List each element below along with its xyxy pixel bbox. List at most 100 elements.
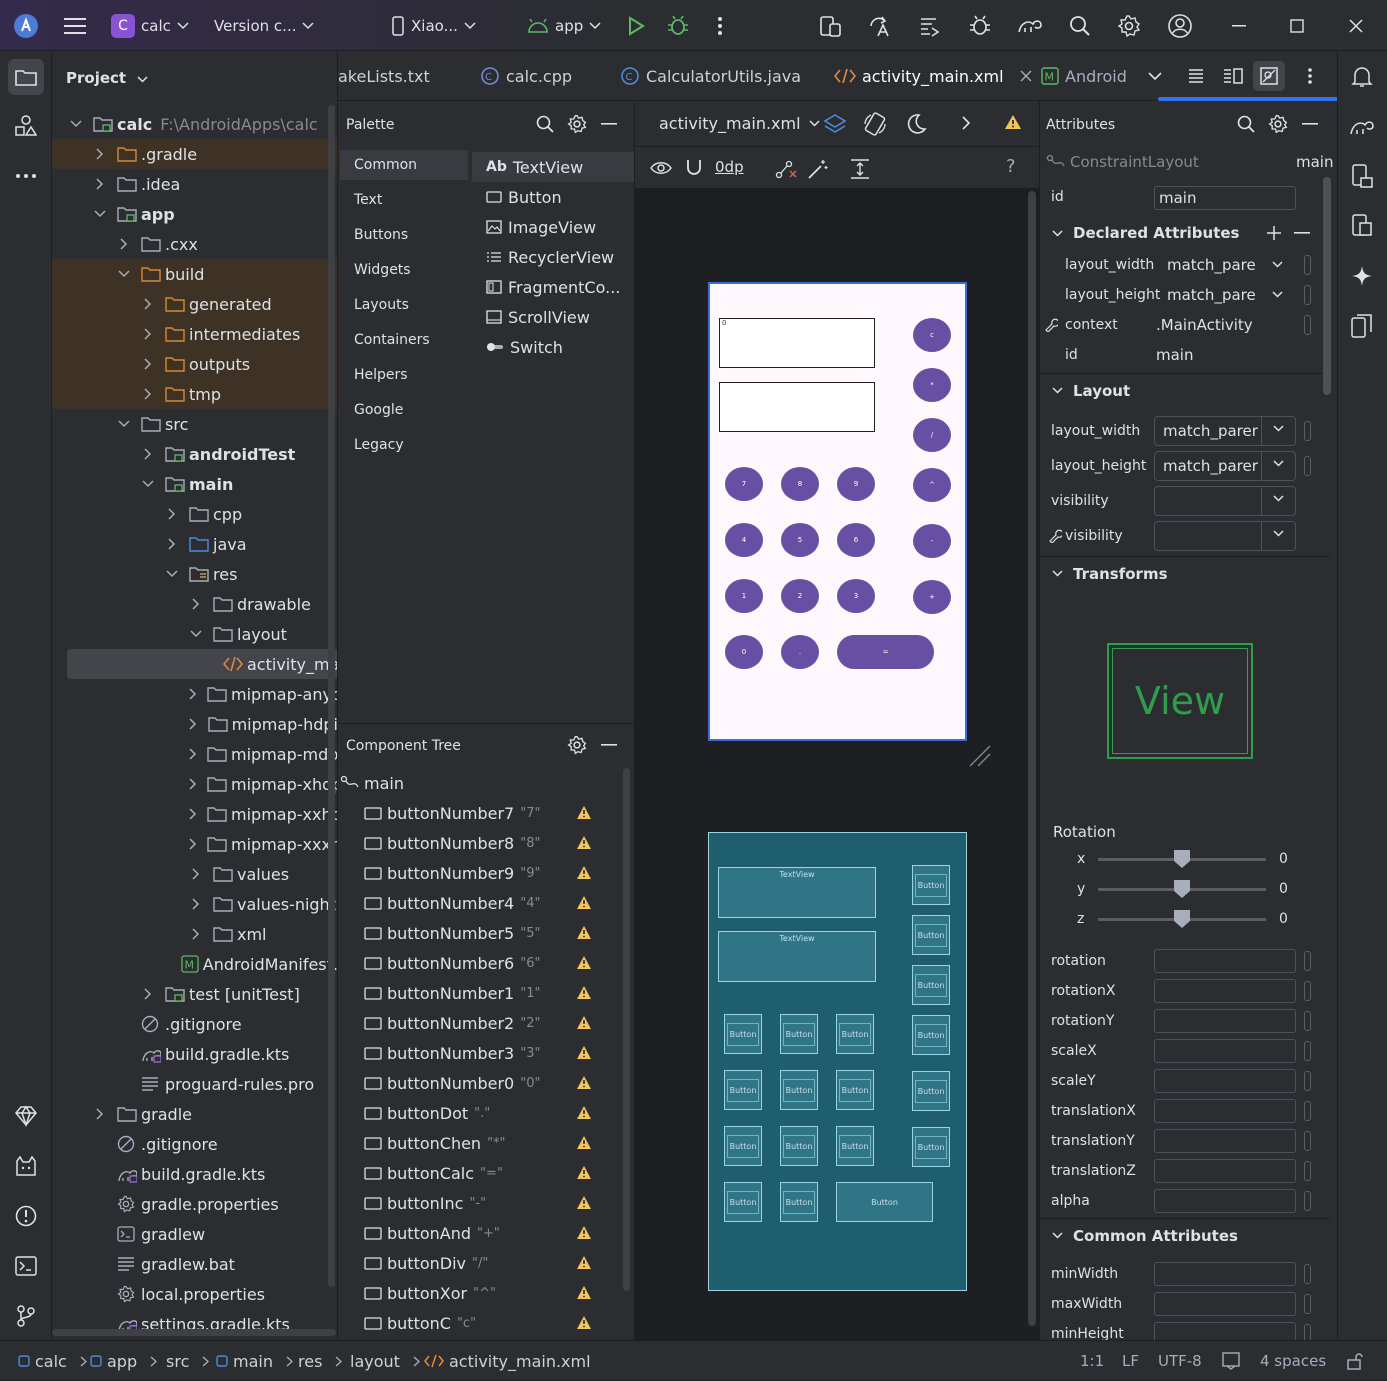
file-selector[interactable]: activity_main.xml <box>659 114 820 133</box>
chevron-right-icon[interactable] <box>189 807 197 821</box>
attribute-binding-toggle[interactable] <box>1304 1131 1311 1151</box>
chevron-right-icon[interactable] <box>141 447 155 461</box>
component-tree-item[interactable]: buttonXor "^" <box>364 1278 644 1308</box>
tree-root-main[interactable]: main <box>340 768 620 798</box>
transform-input[interactable] <box>1154 1189 1296 1213</box>
tree-item[interactable]: mipmap-mdpi <box>52 739 337 769</box>
chevron-down-icon[interactable] <box>141 477 155 491</box>
tree-item[interactable]: values <box>52 859 337 889</box>
chevron-right-icon[interactable] <box>141 297 155 311</box>
tabs-overflow-chevron-icon[interactable] <box>1148 51 1162 101</box>
warning-icon[interactable] <box>576 1135 592 1150</box>
chevron-right-icon[interactable] <box>189 747 197 761</box>
design-button[interactable]: ^ <box>913 468 951 502</box>
design-button[interactable]: 3 <box>837 579 875 613</box>
device-selector[interactable]: Xiao... <box>391 0 476 51</box>
chevron-right-icon[interactable] <box>141 327 155 341</box>
close-window-icon[interactable] <box>1342 12 1370 40</box>
design-button[interactable]: . <box>781 635 819 669</box>
warning-icon[interactable] <box>576 1315 592 1330</box>
chevron-right-icon[interactable] <box>962 116 971 130</box>
readonly-toggle-icon[interactable] <box>1222 1341 1240 1381</box>
tree-item[interactable]: layout <box>52 619 337 649</box>
blueprint-button[interactable]: Button <box>780 1126 818 1166</box>
blueprint-surface[interactable]: TextView TextView Button Button Button Butt… <box>708 832 967 1291</box>
tree-item[interactable]: .gitignore <box>52 1129 337 1159</box>
tree-item[interactable]: androidTest <box>52 439 337 469</box>
blueprint-button[interactable]: Button <box>912 915 950 955</box>
breadcrumb-item[interactable]: calc <box>18 1341 87 1381</box>
tree-item[interactable]: src <box>52 409 337 439</box>
tree-item[interactable]: gradle.properties <box>52 1189 337 1219</box>
tree-item[interactable]: mipmap-xxxhd <box>52 829 337 859</box>
breadcrumb-item[interactable]: app <box>90 1341 158 1381</box>
palette-category[interactable]: Widgets <box>340 255 468 285</box>
tree-item[interactable]: drawable <box>52 589 337 619</box>
warning-icon[interactable] <box>576 1225 592 1240</box>
transforms-section[interactable]: Transforms <box>1040 556 1330 590</box>
clear-constraints-icon[interactable] <box>775 158 797 180</box>
tree-item[interactable]: app <box>52 199 337 229</box>
design-button[interactable]: * <box>913 368 951 402</box>
rotation-slider-thumb[interactable] <box>1173 909 1191 928</box>
component-tree-item[interactable]: buttonNumber9 "9" <box>364 858 644 888</box>
component-tree-item[interactable]: buttonChen "*" <box>364 1128 644 1158</box>
minimize-icon[interactable] <box>1225 12 1253 40</box>
remove-attribute-icon[interactable] <box>1294 232 1310 234</box>
warning-icon[interactable] <box>576 865 592 880</box>
transform-input[interactable] <box>1154 1129 1296 1153</box>
chevron-right-icon[interactable] <box>189 687 197 701</box>
warning-icon[interactable] <box>576 955 592 970</box>
tab-calc-cpp[interactable]: C calc.cpp <box>480 51 572 101</box>
attribute-binding-toggle[interactable] <box>1304 285 1311 305</box>
chevron-right-icon[interactable] <box>189 837 197 851</box>
run-config-selector[interactable]: app <box>527 0 601 51</box>
account-icon[interactable] <box>1166 12 1194 40</box>
palette-item-imageview[interactable]: ImageView <box>472 212 634 242</box>
autoconnect-magnet-icon[interactable] <box>686 158 702 178</box>
device-manager-icon[interactable] <box>816 12 844 40</box>
android-studio-logo-icon[interactable] <box>12 12 40 40</box>
device-file-explorer-icon[interactable] <box>1344 158 1380 194</box>
gear-icon[interactable] <box>567 114 587 134</box>
blueprint-button[interactable]: Button <box>724 1014 762 1054</box>
attribute-binding-toggle[interactable] <box>1304 1324 1311 1340</box>
common-attributes-section[interactable]: Common Attributes <box>1040 1218 1330 1252</box>
tree-item[interactable]: outputs <box>52 349 337 379</box>
translations-icon[interactable] <box>866 12 894 40</box>
breadcrumb-item[interactable]: activity_main.xml <box>424 1341 591 1381</box>
tree-item[interactable]: .gitignore <box>52 1009 337 1039</box>
warning-icon[interactable] <box>1004 114 1022 130</box>
design-button[interactable]: 9 <box>837 467 875 501</box>
component-tree-item[interactable]: buttonCalc "=" <box>364 1158 644 1188</box>
blueprint-button[interactable]: Button <box>836 1126 874 1166</box>
warning-icon[interactable] <box>576 925 592 940</box>
project-hscrollbar[interactable] <box>52 1329 336 1336</box>
resize-handle-icon[interactable] <box>968 744 992 768</box>
component-tree-item[interactable]: buttonNumber7 "7" <box>364 798 644 828</box>
chevron-down-icon[interactable] <box>1272 291 1283 298</box>
warning-icon[interactable] <box>576 895 592 910</box>
attribute-binding-toggle[interactable] <box>1304 1191 1311 1211</box>
tab-activity-main-xml[interactable]: activity_main.xml <box>834 51 1032 101</box>
chevron-right-icon[interactable] <box>117 237 131 251</box>
tree-item[interactable]: test [unitTest] <box>52 979 337 1009</box>
night-mode-icon[interactable] <box>905 113 927 135</box>
chevron-right-icon[interactable] <box>165 507 179 521</box>
attribute-binding-toggle[interactable] <box>1304 1011 1311 1031</box>
blueprint-button[interactable]: Button <box>780 1182 818 1222</box>
attribute-dropdown[interactable]: match_parer <box>1154 416 1296 446</box>
transform-input[interactable] <box>1154 1009 1296 1033</box>
transform-input[interactable] <box>1154 1099 1296 1123</box>
chevron-down-icon[interactable] <box>1272 261 1283 268</box>
tab-cmakelists[interactable]: akeLists.txt <box>338 51 430 101</box>
palette-category[interactable]: Google <box>340 395 468 425</box>
rotation-slider-thumb[interactable] <box>1173 879 1191 898</box>
attribute-binding-toggle[interactable] <box>1304 1264 1311 1284</box>
attribute-binding-toggle[interactable] <box>1304 981 1311 1001</box>
component-tree-scrollbar[interactable] <box>623 768 630 1291</box>
component-tree-item[interactable]: buttonNumber0 "0" <box>364 1068 644 1098</box>
transform-input[interactable] <box>1154 1069 1296 1093</box>
transform-input[interactable] <box>1154 1039 1296 1063</box>
palette-category[interactable]: Text <box>340 185 468 215</box>
